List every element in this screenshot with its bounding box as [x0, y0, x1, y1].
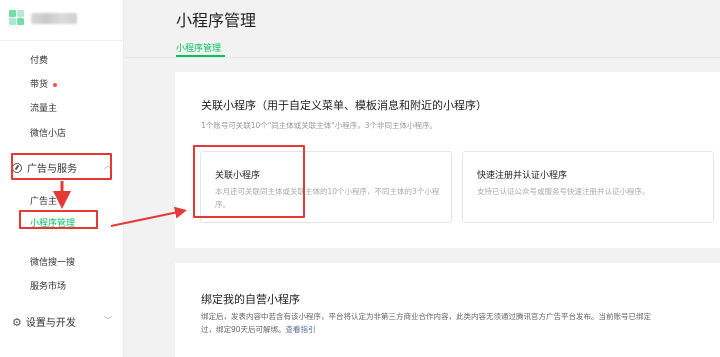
arrow-right	[110, 206, 187, 227]
annotation-arrows	[53, 181, 187, 227]
